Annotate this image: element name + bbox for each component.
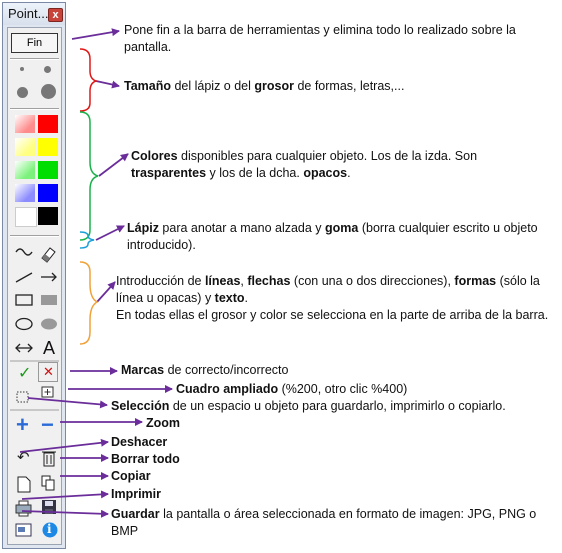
annotation-zoom: Zoom (146, 416, 181, 430)
annotation-seleccion: Selección de un espacio u objeto para gu… (111, 399, 506, 413)
arrow-colores (98, 153, 129, 177)
arrow-guardar (21, 509, 109, 518)
annotation-marcas: Marcas de correcto/incorrecto (121, 363, 289, 377)
annotation-guardar: Guardar la pantalla o área seleccionada … (111, 507, 537, 538)
annotation-borrar: Borrar todo (111, 452, 180, 466)
arrow-fin (71, 28, 120, 40)
arrow-lineas (96, 281, 116, 303)
annotation-deshacer: Deshacer (111, 435, 168, 449)
arrow-tamano (95, 80, 120, 89)
annotation-fin: Pone fin a la barra de herramientas y el… (124, 23, 516, 54)
brace-colors (79, 111, 99, 241)
brace-lines (79, 261, 99, 345)
arrow-imprimir (21, 490, 109, 500)
annotation-colores: Colores disponibles para cualquier objet… (131, 149, 478, 180)
arrow-deshacer (19, 438, 109, 453)
annotation-lapiz: Lápiz para anotar a mano alzada y goma (… (127, 221, 538, 252)
annotation-copiar: Copiar (111, 469, 151, 483)
arrow-lapiz (95, 225, 125, 241)
annotation-lineas: Introducción de líneas, flechas (con una… (116, 274, 549, 322)
annotation-tamano: Tamaño del lápiz o del grosor de formas,… (124, 79, 405, 93)
arrow-seleccion (27, 397, 108, 409)
annotation-cuadro: Cuadro ampliado (%200, otro clic %400) (176, 382, 408, 396)
annotation-imprimir: Imprimir (111, 487, 162, 501)
brace-size (79, 48, 99, 112)
